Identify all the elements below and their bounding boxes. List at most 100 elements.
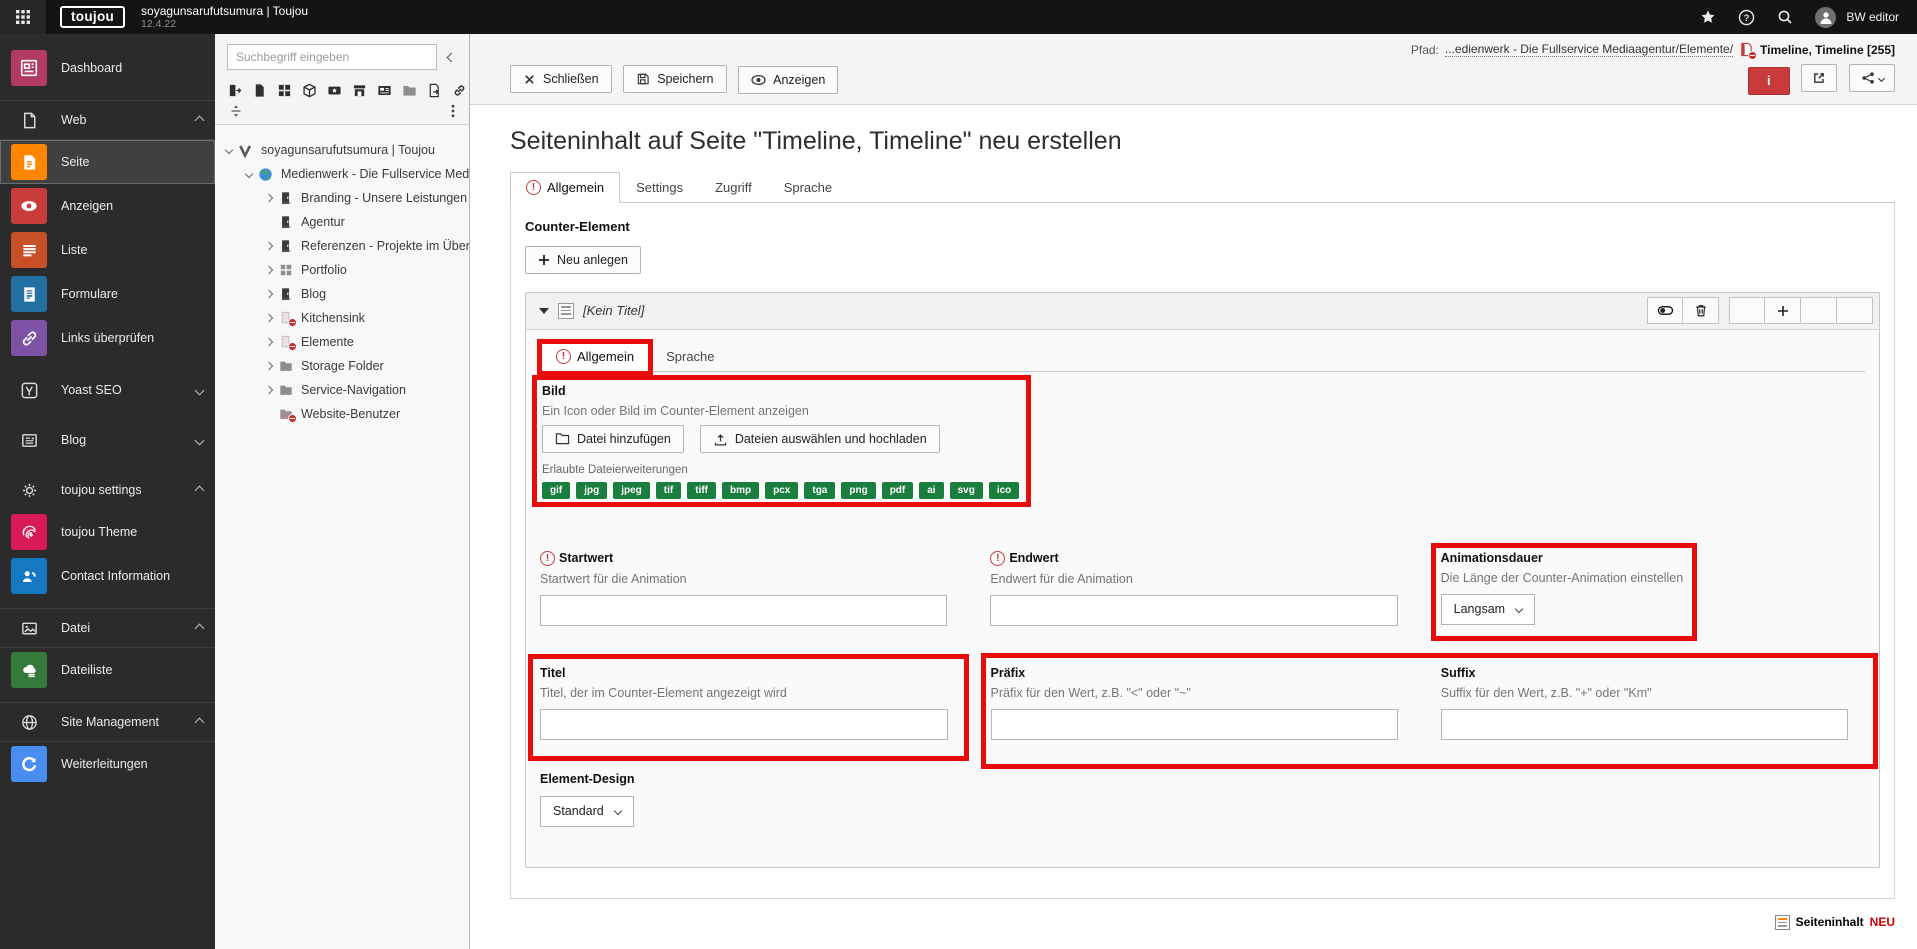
tree-node-blog[interactable]: Blog	[215, 282, 469, 306]
hidden-page-icon	[276, 311, 295, 325]
chevron-right-icon[interactable]	[261, 339, 276, 345]
chevron-down-icon[interactable]	[241, 171, 256, 177]
shop-icon[interactable]	[352, 83, 367, 98]
sidebar-item-weiterleitungen[interactable]: Weiterleitungen	[0, 742, 215, 786]
list-icon	[11, 232, 47, 268]
element-tab-allgemein[interactable]: ! Allgemein	[540, 341, 650, 372]
share-button[interactable]	[1849, 64, 1895, 92]
sidebar-item-liste[interactable]: Liste	[0, 228, 215, 272]
tree-node-website-benutzer[interactable]: Website-Benutzer	[215, 402, 469, 426]
endwert-input[interactable]	[990, 595, 1397, 626]
more-button	[1837, 297, 1873, 324]
card-icon[interactable]	[377, 83, 392, 98]
trash-icon[interactable]	[1683, 297, 1719, 324]
doorway-page-icon	[276, 239, 295, 253]
sidebar-item-contact-information[interactable]: Contact Information	[0, 554, 215, 598]
startwert-input[interactable]	[540, 595, 947, 626]
sidebar-item-links-ueberpruefen[interactable]: Links überprüfen	[0, 316, 215, 360]
animationsdauer-select[interactable]: Langsam	[1441, 594, 1535, 625]
sidebar-group-web[interactable]: Web	[0, 100, 215, 140]
tab-sprache[interactable]: Sprache	[768, 172, 848, 203]
tree-node-label: Storage Folder	[301, 359, 384, 373]
suffix-input[interactable]	[1441, 709, 1848, 740]
tab-settings[interactable]: Settings	[620, 172, 699, 203]
element-design-select[interactable]: Standard	[540, 796, 634, 827]
sidebar-group-blog[interactable]: Blog	[0, 420, 215, 460]
blocks-icon[interactable]	[277, 83, 292, 98]
chevron-right-icon[interactable]	[261, 267, 276, 273]
chevron-right-icon[interactable]	[261, 243, 276, 249]
open-external-button[interactable]	[1801, 64, 1837, 92]
collapse-tree-icon[interactable]	[446, 52, 457, 63]
tree-node-portfolio[interactable]: Portfolio	[215, 258, 469, 282]
chevron-right-icon[interactable]	[261, 315, 276, 321]
tree-node-medienwerk[interactable]: Medienwerk - Die Fullservice Mediaagentu…	[215, 162, 469, 186]
box-icon[interactable]	[302, 83, 317, 98]
chevron-right-icon[interactable]	[261, 195, 276, 201]
tree-node-service-navigation[interactable]: Service-Navigation	[215, 378, 469, 402]
praefix-input[interactable]	[991, 709, 1398, 740]
chevron-right-icon[interactable]	[261, 363, 276, 369]
required-warning-icon: !	[526, 180, 541, 195]
sidebar-item-seite[interactable]: Seite	[0, 140, 215, 184]
chevron-right-icon[interactable]	[261, 291, 276, 297]
tab-zugriff[interactable]: Zugriff	[699, 172, 768, 203]
tree-node-root[interactable]: soyagunsarufutsumura | Toujou	[215, 138, 469, 162]
sidebar-item-toujou-theme[interactable]: toujou Theme	[0, 510, 215, 554]
tree-node-branding[interactable]: Branding - Unsere Leistungen	[215, 186, 469, 210]
user-name[interactable]: BW editor	[1846, 10, 1899, 24]
view-button[interactable]: Anzeigen	[738, 66, 838, 94]
toujou-logo: toujou	[60, 6, 125, 28]
link-icon[interactable]	[452, 83, 467, 98]
add-file-button[interactable]: Datei hinzufügen	[542, 425, 684, 453]
tree-node-referenzen[interactable]: Referenzen - Projekte im Überblick	[215, 234, 469, 258]
sidebar-group-site-management[interactable]: Site Management	[0, 702, 215, 742]
element-panel-header: [Kein Titel]	[526, 293, 1879, 330]
sidebar-group-yoast-seo[interactable]: Yoast SEO	[0, 370, 215, 410]
folder-icon[interactable]	[402, 83, 417, 98]
element-tab-sprache[interactable]: Sprache	[650, 341, 730, 372]
split-handle-icon[interactable]	[229, 104, 243, 118]
bookmark-star-icon[interactable]	[1700, 9, 1716, 25]
tree-node-storage-folder[interactable]: Storage Folder	[215, 354, 469, 378]
add-button[interactable]	[1765, 297, 1801, 324]
info-button[interactable]: i	[1748, 67, 1790, 95]
sidebar-item-anzeigen[interactable]: Anzeigen	[0, 184, 215, 228]
close-button[interactable]: Schließen	[510, 65, 612, 93]
tree-search-input[interactable]	[227, 44, 437, 70]
doorway-icon[interactable]	[227, 83, 242, 98]
sidebar-group-datei[interactable]: Datei	[0, 608, 215, 648]
path-link[interactable]: ...edienwerk - Die Fullservice Mediaagen…	[1445, 42, 1733, 57]
sidebar-item-label: Datei	[61, 621, 90, 635]
file-export-icon[interactable]	[427, 83, 442, 98]
add-new-button[interactable]: Neu anlegen	[525, 246, 641, 274]
sidebar-item-formulare[interactable]: Formulare	[0, 272, 215, 316]
page-title: Seiteninhalt auf Seite "Timeline, Timeli…	[510, 127, 1895, 156]
praefix-field-group: Präfix Präfix für den Wert, z.B. "<" ode…	[991, 666, 1415, 740]
save-button[interactable]: Speichern	[623, 65, 726, 93]
apps-grid-icon[interactable]	[0, 0, 46, 34]
upload-files-button[interactable]: Dateien auswählen und hochladen	[700, 425, 940, 453]
file-icon[interactable]	[252, 83, 267, 98]
tab-allgemein[interactable]: ! Allgemein	[510, 172, 620, 203]
star-badge-icon[interactable]	[327, 83, 342, 98]
user-avatar-icon[interactable]	[1815, 7, 1836, 28]
tree-node-elemente[interactable]: Elemente	[215, 330, 469, 354]
kebab-menu-icon[interactable]	[451, 104, 455, 118]
chevron-right-icon[interactable]	[261, 387, 276, 393]
collapse-caret-icon[interactable]	[539, 308, 549, 314]
sidebar-group-toujou-settings[interactable]: toujou settings	[0, 470, 215, 510]
sidebar-item-dateiliste[interactable]: Dateiliste	[0, 648, 215, 692]
sidebar-item-dashboard[interactable]: Dashboard	[0, 46, 215, 90]
help-icon[interactable]: ?	[1738, 9, 1755, 26]
tree-node-agentur[interactable]: Agentur	[215, 210, 469, 234]
visibility-toggle-button[interactable]	[1647, 297, 1683, 324]
chevron-down-icon[interactable]	[221, 147, 236, 153]
page-tree: soyagunsarufutsumura | Toujou Medienwerk…	[215, 125, 469, 949]
grid-page-icon	[276, 263, 295, 277]
titel-input[interactable]	[540, 709, 948, 740]
top-bar: toujou soyagunsarufutsumura | Toujou 12.…	[0, 0, 1917, 34]
tree-node-kitchensink[interactable]: Kitchensink	[215, 306, 469, 330]
search-icon[interactable]	[1777, 9, 1793, 25]
startwert-field-group: ! Startwert Startwert für die Animation	[540, 551, 964, 626]
